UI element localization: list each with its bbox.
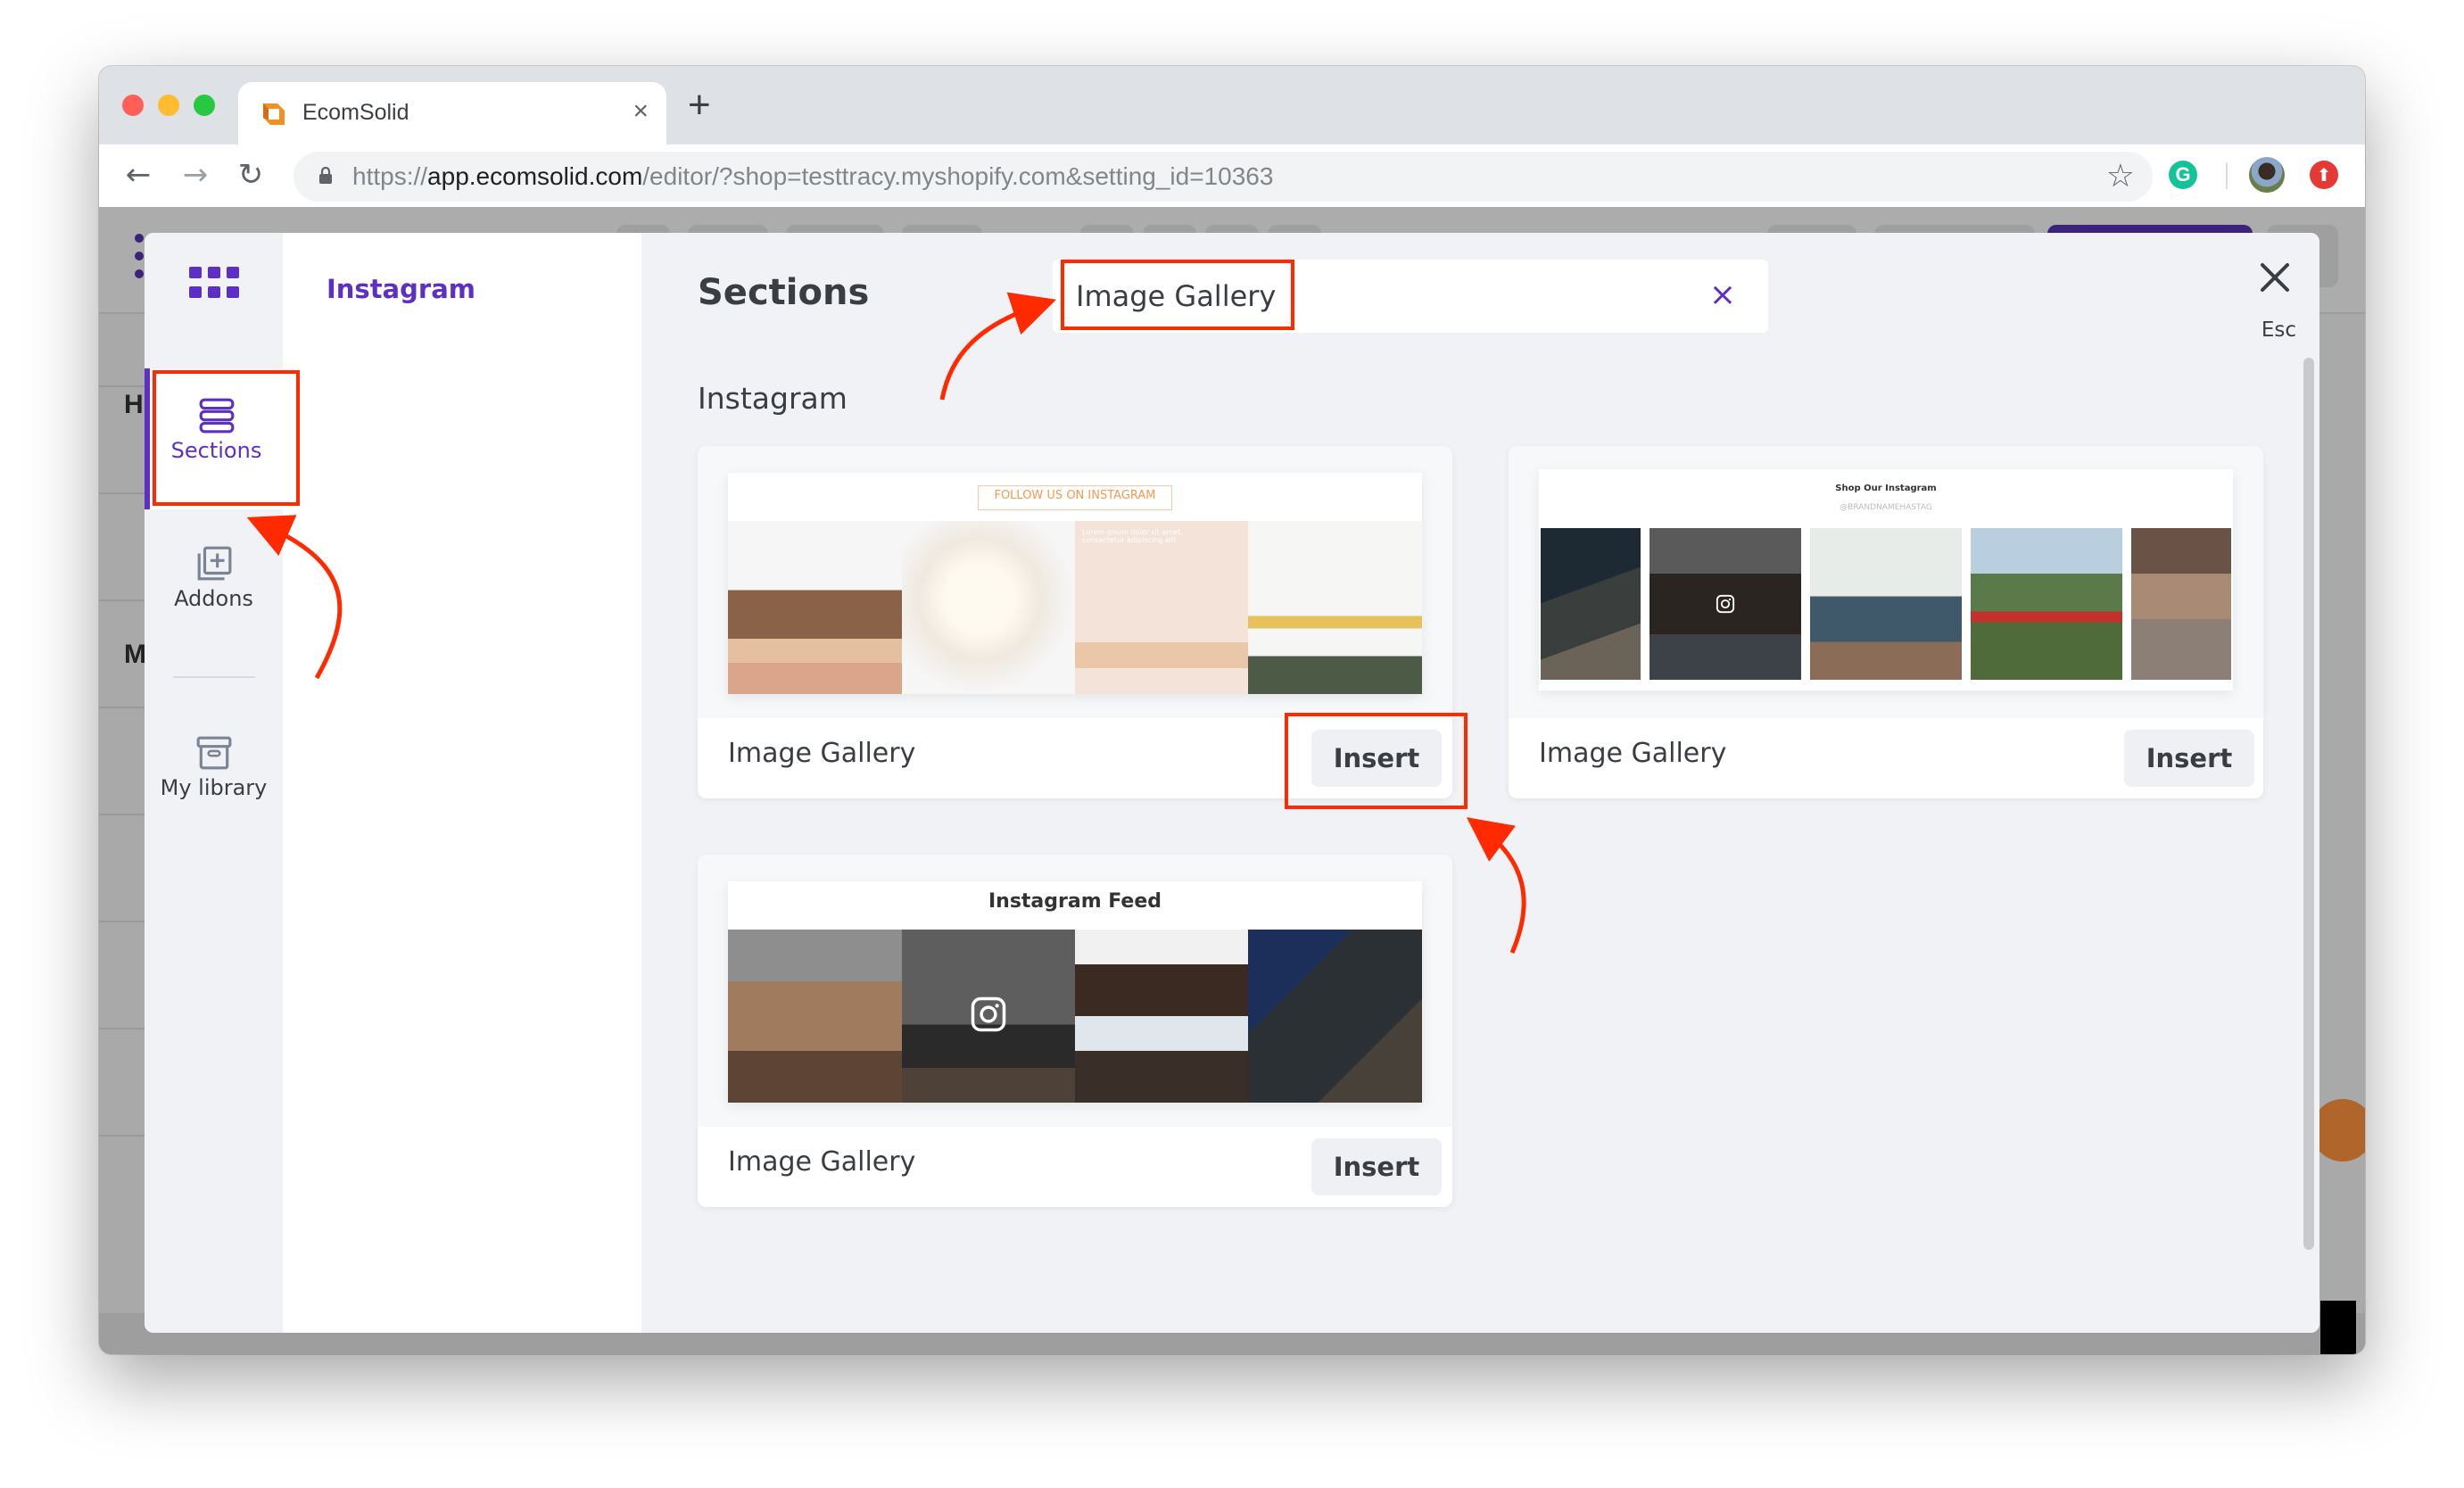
annotation-arrows [246, 292, 1526, 954]
arrow-to-sections [246, 515, 343, 680]
arrow-to-insert [1466, 817, 1526, 954]
arrow-to-search [939, 292, 1056, 401]
